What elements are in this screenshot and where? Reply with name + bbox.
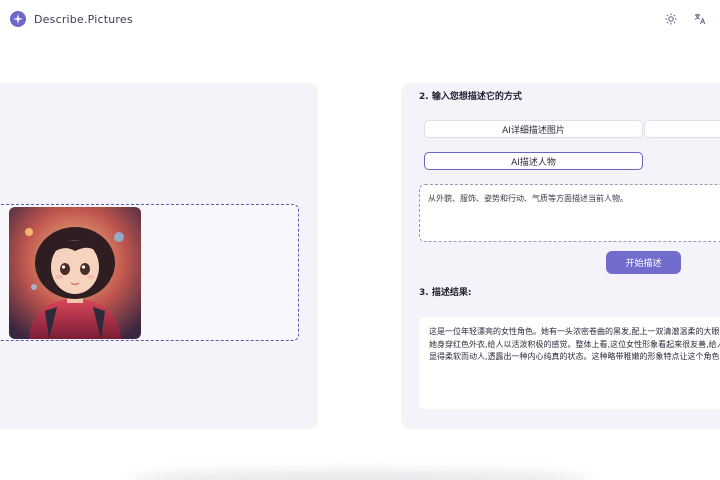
option-describe-person-button[interactable]: AI描述人物 <box>424 152 643 170</box>
result-text-box[interactable]: 这是一位年轻漂亮的女性角色。她有一头浓密卷曲的黑发,配上一双清澈温柔的大眼 她身… <box>419 317 720 409</box>
describe-input[interactable]: 从外貌、服饰、姿势和行动、气质等方面描述当前人物。 <box>419 184 720 242</box>
option-more-button[interactable] <box>644 120 720 138</box>
section-2-title: 2. 输入您想描述它的方式 <box>419 92 522 102</box>
section-3-title: 3. 描述结果: <box>419 288 472 298</box>
start-describe-button[interactable]: 开始描述 <box>606 251 681 274</box>
result-line: 显得柔软而动人,透露出一种内心纯真的状态。这种略带稚嫩的形象特点让这个角色 <box>429 352 720 361</box>
describe-input-text: 从外貌、服饰、姿势和行动、气质等方面描述当前人物。 <box>428 194 628 203</box>
translate-icon[interactable] <box>693 12 707 26</box>
sparkle-logo-icon[interactable] <box>10 11 26 27</box>
sun-icon[interactable] <box>664 12 678 26</box>
app-header: Describe.Pictures <box>0 0 720 38</box>
option-detailed-describe-button[interactable]: AI详细描述图片 <box>424 120 643 138</box>
bottom-bar-shadow <box>130 470 590 480</box>
result-line: 她身穿红色外衣,给人以活泼积极的感觉。整体上看,这位女性形象看起来很友善,给人 <box>429 339 720 349</box>
result-line: 这是一位年轻漂亮的女性角色。她有一头浓密卷曲的黑发,配上一双清澈温柔的大眼 <box>429 327 720 336</box>
brand-name[interactable]: Describe.Pictures <box>34 13 133 26</box>
uploaded-portrait-image <box>9 207 141 339</box>
